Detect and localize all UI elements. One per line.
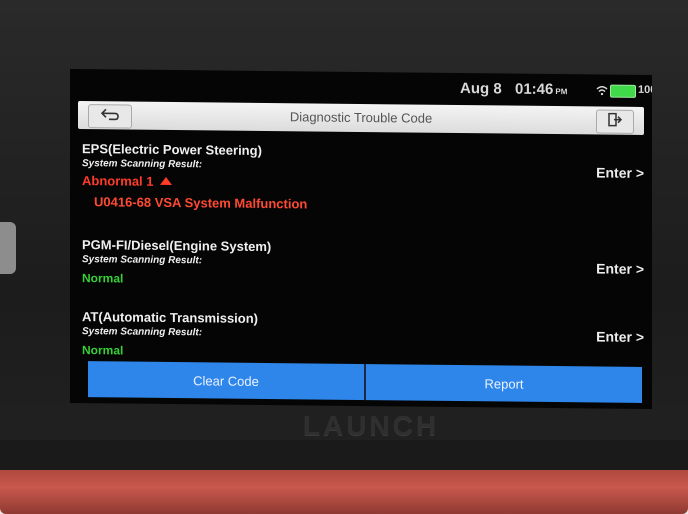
status-date: Aug 8	[460, 80, 502, 98]
battery-icon	[610, 84, 636, 98]
title-bar: Diagnostic Trouble Code	[78, 101, 644, 135]
clear-code-button[interactable]: Clear Code	[88, 361, 364, 400]
back-arrow-icon	[100, 107, 120, 126]
battery-percent: 100%	[638, 83, 652, 97]
report-button[interactable]: Report	[366, 364, 642, 403]
bottom-action-bar: Clear Code Report	[88, 361, 642, 403]
scan-tool-device: Aug 8 01:46 PM 100% Diagnostic Trouble Co…	[0, 0, 688, 490]
exit-icon	[608, 112, 623, 131]
scan-result-abnormal[interactable]: Abnormal 1	[82, 173, 632, 194]
enter-button-at[interactable]: Enter >	[596, 328, 644, 345]
enter-button-eps[interactable]: Enter >	[596, 164, 644, 181]
exit-button[interactable]	[596, 109, 634, 134]
scan-result-normal: Normal	[82, 271, 124, 286]
device-side-clip	[0, 222, 16, 274]
device-rubber-rim	[0, 470, 688, 514]
scan-result-normal: Normal	[82, 343, 124, 358]
dtc-entry: U0416-68 VSA System Malfunction	[94, 194, 308, 212]
system-item-eps: EPS(Electric Power Steering) System Scan…	[82, 141, 632, 215]
brand-logo: LAUNCH	[302, 410, 440, 441]
status-time: 01:46 PM	[515, 80, 568, 99]
system-item-at: AT(Automatic Transmission) System Scanni…	[82, 309, 632, 363]
enter-button-pgm-fi[interactable]: Enter >	[596, 260, 644, 277]
status-bar: Aug 8 01:46 PM 100%	[70, 69, 652, 103]
page-title: Diagnostic Trouble Code	[289, 109, 433, 126]
system-item-pgm-fi: PGM-FI/Diesel(Engine System) System Scan…	[82, 237, 632, 291]
status-ampm: PM	[555, 87, 568, 97]
collapse-triangle-icon	[159, 176, 172, 186]
wifi-icon	[596, 82, 608, 99]
back-button[interactable]	[88, 104, 132, 129]
device-screen: Aug 8 01:46 PM 100% Diagnostic Trouble Co…	[70, 68, 652, 410]
